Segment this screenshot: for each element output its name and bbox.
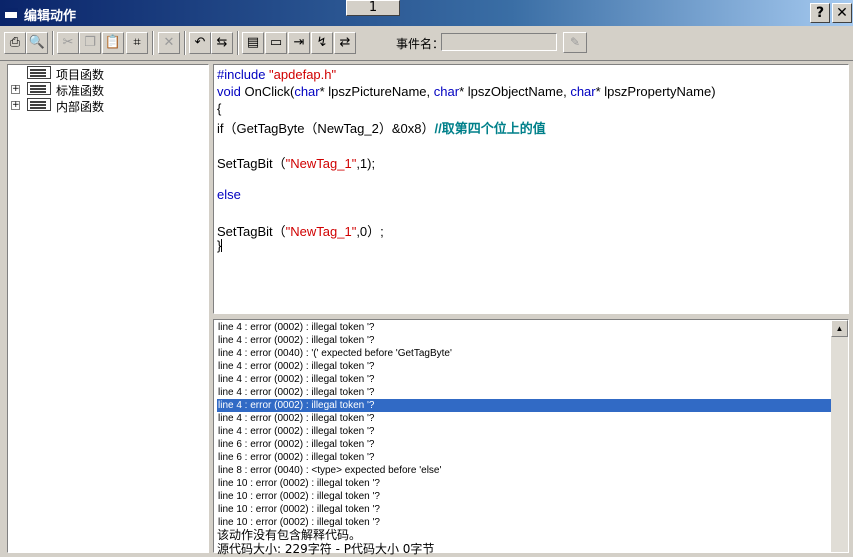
output-line[interactable]: line 4 : error (0002) : illegal token '? <box>217 412 831 425</box>
output-line[interactable]: line 6 : error (0002) : illegal token '? <box>217 438 831 451</box>
output-line[interactable]: line 4 : error (0002) : illegal token '? <box>217 425 831 438</box>
output-line[interactable]: line 4 : error (0002) : illegal token '? <box>217 373 831 386</box>
compiler-output[interactable]: line 4 : error (0002) : illegal token '?… <box>213 319 849 556</box>
print-icon[interactable]: ⎙ <box>4 32 26 54</box>
output-line[interactable]: line 10 : error (0002) : illegal token '… <box>217 503 831 516</box>
keyword-token: void <box>217 84 241 99</box>
output-line[interactable]: line 10 : error (0002) : illegal token '… <box>217 477 831 490</box>
find-replace-icon[interactable]: ⇆ <box>211 32 233 54</box>
bookmark-icon[interactable]: ▤ <box>242 32 264 54</box>
function-group-icon <box>27 66 51 79</box>
undo-icon[interactable]: ↶ <box>189 32 211 54</box>
code-line-1: #include "apdefap.h" <box>217 67 336 82</box>
output-line[interactable]: line 4 : error (0002) : illegal token '? <box>217 386 831 399</box>
output-scrollbar[interactable]: ▲ <box>831 320 848 552</box>
wand-icon: ✎ <box>569 35 581 49</box>
output-line[interactable]: line 6 : error (0002) : illegal token '? <box>217 451 831 464</box>
code-text: ,0）; <box>356 224 384 239</box>
output-summary-size: 源代码大小: 229字符 - P代码大小 0字节 <box>217 542 435 556</box>
toolbar-separator <box>184 31 186 55</box>
function-tree: 项目函数 + 标准函数 + 内部函数 <box>7 64 209 553</box>
code-line-11: } <box>217 238 223 253</box>
code-text: if（GetTagByte（NewTag_2）&0x8） <box>217 121 435 136</box>
select-all-icon[interactable]: ⌗ <box>126 32 148 54</box>
code-line-6: SetTagBit（"NewTag_1",1); <box>217 153 375 172</box>
code-line-3: { <box>217 101 222 116</box>
keyword-token: char <box>294 84 320 99</box>
close-button[interactable]: ✕ <box>832 3 852 23</box>
code-text: * lpszObjectName, <box>459 84 571 99</box>
string-literal: "NewTag_1" <box>285 224 357 239</box>
code-comment: //取第四个位上的值 <box>434 121 546 136</box>
title-bar: 编辑动作 1 ? ✕ <box>0 0 853 26</box>
expand-icon[interactable]: + <box>11 85 20 94</box>
code-text: OnClick( <box>240 84 295 99</box>
string-literal: "apdefap.h" <box>269 67 337 82</box>
trigger-icon[interactable]: ⇄ <box>334 32 356 54</box>
code-line-4: if（GetTagByte（NewTag_2）&0x8）//取第四个位上的值 <box>217 118 546 137</box>
output-line[interactable]: line 4 : error (0002) : illegal token '? <box>217 360 831 373</box>
compile-icon[interactable]: ↯ <box>311 32 333 54</box>
toolbar-separator <box>52 31 54 55</box>
code-text: SetTagBit（ <box>217 224 286 239</box>
event-select-button[interactable]: ✎ <box>563 32 587 53</box>
keyword-token: char <box>570 84 596 99</box>
window-title: 编辑动作 <box>24 9 77 24</box>
function-group-icon <box>27 82 51 95</box>
output-line[interactable]: line 4 : error (0002) : illegal token '? <box>217 321 831 334</box>
code-editor[interactable]: #include "apdefap.h" void OnClick(char* … <box>213 64 849 314</box>
print-preview-icon[interactable]: 🔍 <box>26 32 48 54</box>
text-caret <box>221 239 223 252</box>
code-text: * lpszPropertyName) <box>595 84 716 99</box>
tree-item-label: 内部函数 <box>56 100 105 114</box>
cut-icon[interactable]: ✂ <box>57 32 79 54</box>
copy-icon[interactable]: ❐ <box>79 32 101 54</box>
keyword-token: char <box>433 84 460 99</box>
event-name-label: 事件名： <box>396 37 445 51</box>
event-name-field[interactable] <box>441 33 557 51</box>
page-number-tab[interactable]: 1 <box>346 0 400 16</box>
delete-icon[interactable]: ✕ <box>158 32 180 54</box>
code-text: SetTagBit（ <box>217 156 286 171</box>
toolbar-separator <box>237 31 239 55</box>
code-line-10: SetTagBit（"NewTag_1",0）; <box>217 221 384 240</box>
function-group-icon <box>27 98 51 111</box>
edit-action-window: 编辑动作 1 ? ✕ ⎙ 🔍 ✂ ❐ 📋 ⌗ ✕ ↶ ⇆ ▤ ▭ ⇥ ↯ ⇄ 事… <box>0 0 853 556</box>
paste-icon[interactable]: 📋 <box>102 32 124 54</box>
output-line[interactable]: line 8 : error (0040) : <type> expected … <box>217 464 831 477</box>
output-line[interactable]: line 10 : error (0002) : illegal token '… <box>217 490 831 503</box>
indent-icon[interactable]: ⇥ <box>288 32 310 54</box>
string-literal: "NewTag_1" <box>285 156 357 171</box>
preprocessor-token: #include <box>217 67 270 82</box>
help-button[interactable]: ? <box>810 3 830 23</box>
toolbar-separator <box>152 31 154 55</box>
tree-item-project-functions[interactable]: 项目函数 <box>8 65 208 82</box>
code-text: ,1); <box>356 156 376 171</box>
expand-icon[interactable]: + <box>11 101 20 110</box>
code-line-8: else <box>217 187 241 202</box>
output-line[interactable]: line 4 : error (0002) : illegal token '? <box>217 334 831 347</box>
code-text: * lpszPictureName, <box>319 84 434 99</box>
window-icon <box>4 8 18 19</box>
tree-item-internal-functions[interactable]: + 内部函数 <box>8 97 208 114</box>
tree-item-standard-functions[interactable]: + 标准函数 <box>8 81 208 98</box>
code-line-2: void OnClick(char* lpszPictureName, char… <box>217 84 716 99</box>
output-line[interactable]: line 4 : error (0040) : '(' expected bef… <box>217 347 831 360</box>
comment-icon[interactable]: ▭ <box>265 32 287 54</box>
output-line-selected[interactable]: line 4 : error (0002) : illegal token '? <box>217 399 831 412</box>
scroll-up-icon[interactable]: ▲ <box>831 320 848 337</box>
